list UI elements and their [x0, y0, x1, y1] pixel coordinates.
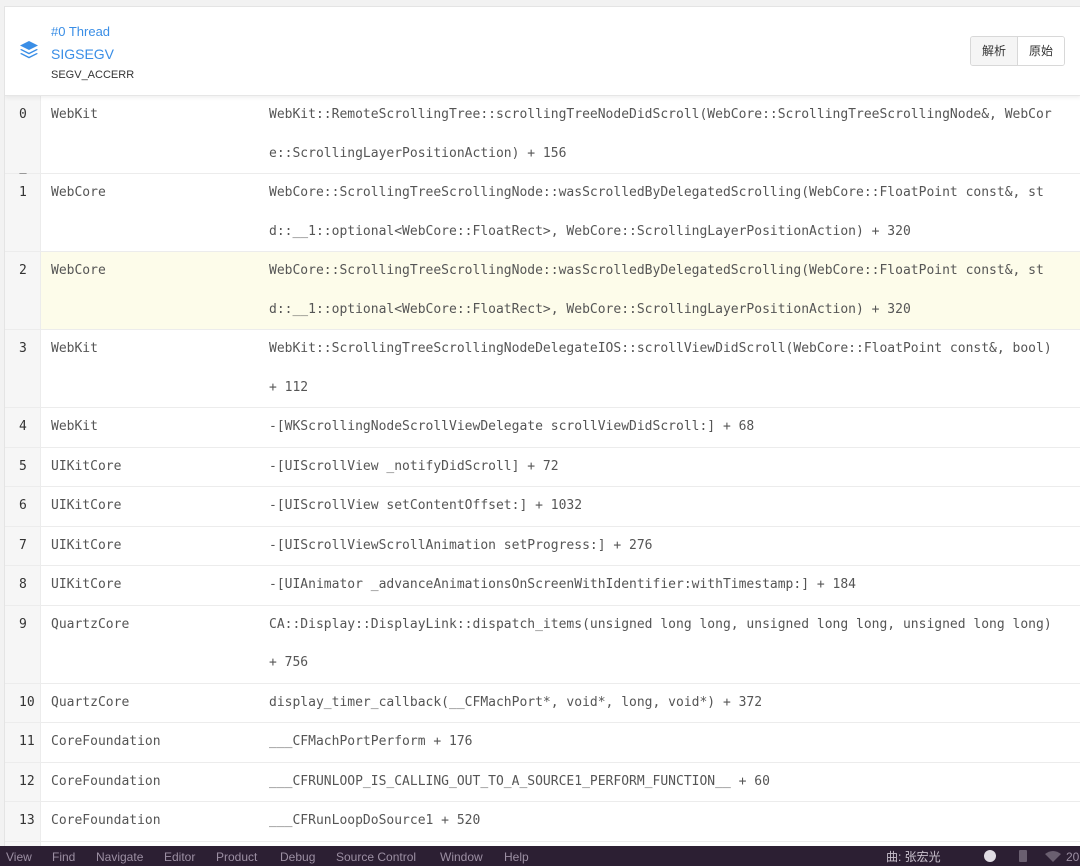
- frame-index: 13: [5, 802, 41, 841]
- menu-item[interactable]: View: [6, 846, 32, 866]
- thread-title-block: #0 Thread SIGSEGV SEGV_ACCERR: [51, 23, 134, 83]
- stack-frame-list: 0 WebKit WebKit::RemoteScrollingTree::scro…: [5, 96, 1080, 847]
- raw-button[interactable]: 原始: [1016, 37, 1064, 65]
- layers-icon: [20, 41, 38, 59]
- frame-symbol: -[UIScrollView _notifyDidScroll] + 72: [269, 458, 559, 474]
- menu-item[interactable]: Debug: [280, 846, 315, 866]
- status-icon: [984, 850, 996, 862]
- stack-frame-row[interactable]: 4 WebKit -[WKScrollingNodeScrollViewDelega…: [5, 408, 1080, 448]
- frame-symbol: WebCore::ScrollingTreeScrollingNode::was…: [269, 252, 1080, 329]
- frame-library: WebKit: [51, 107, 98, 122]
- stack-frame-row[interactable]: 11 CoreFoundation ___CFMachPortPerform + 1…: [5, 723, 1080, 763]
- frame-index: 3: [5, 330, 41, 407]
- frame-library: QuartzCore: [51, 616, 130, 632]
- frame-index: 1: [5, 174, 41, 251]
- menu-item[interactable]: Window: [440, 846, 483, 866]
- frame-library: WebKit: [51, 419, 98, 434]
- frame-symbol: -[UIScrollViewScrollAnimation setProgres…: [269, 537, 653, 553]
- stack-frame-row[interactable]: 1 WebCore WebCore::ScrollingTreeScrollingN…: [5, 174, 1080, 252]
- frame-symbol: ___CFMachPortPerform + 176: [269, 734, 473, 749]
- frame-symbol: ___CFRunLoopDoSource1 + 520: [269, 813, 481, 828]
- stack-frame-row[interactable]: 10 QuartzCore display_timer_callback(__CFM…: [5, 683, 1080, 723]
- frame-library: UIKitCore: [51, 498, 122, 513]
- parse-button[interactable]: 解析: [970, 37, 1017, 65]
- frame-index: 10: [5, 683, 41, 722]
- frame-library: UIKitCore: [51, 537, 122, 553]
- frame-symbol: WebKit::ScrollingTreeScrollingNodeDelega…: [269, 341, 1052, 395]
- frame-symbol: -[WKScrollingNodeScrollViewDelegate scro…: [269, 419, 755, 434]
- frame-index: 5: [5, 447, 41, 486]
- view-mode-toggle: 解析 原始: [969, 36, 1065, 66]
- stack-frame-row[interactable]: 7 UIKitCore -[UIScrollViewScrollAnimation …: [5, 526, 1080, 566]
- frame-library: UIKitCore: [51, 458, 122, 474]
- frame-symbol: -[UIScrollView setContentOffset:] + 1032: [269, 498, 583, 513]
- stack-frame-row[interactable]: 8 UIKitCore -[UIAnimator _advanceAnimation…: [5, 566, 1080, 606]
- frame-index: 6: [5, 487, 41, 526]
- stack-frame-row[interactable]: 13 CoreFoundation ___CFRunLoopDoSource1 + …: [5, 802, 1080, 842]
- stack-frame-row[interactable]: 5 UIKitCore -[UIScrollView _notifyDidScrol…: [5, 447, 1080, 487]
- signal-label[interactable]: SIGSEGV: [51, 45, 134, 67]
- frame-library: WebKit: [51, 341, 98, 356]
- frame-index: 4: [5, 408, 41, 447]
- stack-frame-row[interactable]: 0 WebKit WebKit::RemoteScrollingTree::scro…: [5, 96, 1080, 178]
- frame-library: QuartzCore: [51, 694, 130, 710]
- frame-symbol: CA::Display::DisplayLink::dispatch_items…: [269, 616, 1052, 671]
- battery-icon: [1019, 850, 1027, 862]
- frame-index: 0: [5, 96, 41, 173]
- frame-index: 7: [5, 526, 41, 565]
- frame-index: 11: [5, 723, 41, 762]
- frame-library: WebCore: [51, 185, 106, 200]
- crash-stack-panel: #0 Thread SIGSEGV SEGV_ACCERR 解析 原始 0 Web…: [4, 6, 1080, 847]
- frame-index: 9: [5, 605, 41, 683]
- frame-index: 8: [5, 566, 41, 605]
- menu-item[interactable]: Help: [504, 846, 529, 866]
- frame-library: CoreFoundation: [51, 813, 161, 828]
- frame-library: CoreFoundation: [51, 734, 161, 749]
- frame-index: 2: [5, 252, 41, 329]
- stack-frame-row[interactable]: 6 UIKitCore -[UIScrollView setContentOffse…: [5, 487, 1080, 527]
- frame-library: CoreFoundation: [51, 773, 161, 789]
- menubar-user: 曲: 张宏光: [886, 850, 941, 864]
- signal-code-label: SEGV_ACCERR: [51, 69, 135, 81]
- frame-library: UIKitCore: [51, 577, 122, 592]
- menu-item[interactable]: Product: [216, 846, 257, 866]
- frame-symbol: display_timer_callback(__CFMachPort*, vo…: [269, 694, 763, 710]
- stack-frame-row[interactable]: 3 WebKit WebKit::ScrollingTreeScrollingNod…: [5, 330, 1080, 408]
- stack-frame-row[interactable]: 2 WebCore WebCore::ScrollingTreeScrollingN…: [5, 252, 1080, 330]
- frame-symbol: WebCore::ScrollingTreeScrollingNode::was…: [269, 185, 1044, 239]
- frame-symbol: -[UIAnimator _advanceAnimationsOnScreenW…: [269, 577, 856, 592]
- menu-item[interactable]: Find: [52, 846, 75, 866]
- stack-frame-row[interactable]: 12 CoreFoundation ___CFRUNLOOP_IS_CALLING_…: [5, 762, 1080, 802]
- xcode-menubar: 曲: 张宏光 20 View Find Navigate Editor Product D…: [0, 846, 1080, 866]
- menubar-clock: 20: [1066, 850, 1080, 864]
- stack-frame-row[interactable]: 9 QuartzCore CA::Display::DisplayLink::dis…: [5, 605, 1080, 684]
- thread-header: #0 Thread SIGSEGV SEGV_ACCERR 解析 原始: [5, 7, 1080, 96]
- thread-label[interactable]: #0 Thread: [51, 23, 134, 45]
- frame-symbol: ___CFRUNLOOP_IS_CALLING_OUT_TO_A_SOURCE1…: [269, 773, 770, 789]
- menu-item[interactable]: Navigate: [96, 846, 143, 866]
- frame-symbol: WebKit::RemoteScrollingTree::scrollingTr…: [269, 107, 1052, 161]
- menu-item[interactable]: Editor: [164, 846, 195, 866]
- wifi-icon: [1045, 851, 1061, 862]
- frame-library: WebCore: [41, 252, 269, 329]
- frame-index: 12: [5, 762, 41, 801]
- menu-item[interactable]: Source Control: [336, 846, 416, 866]
